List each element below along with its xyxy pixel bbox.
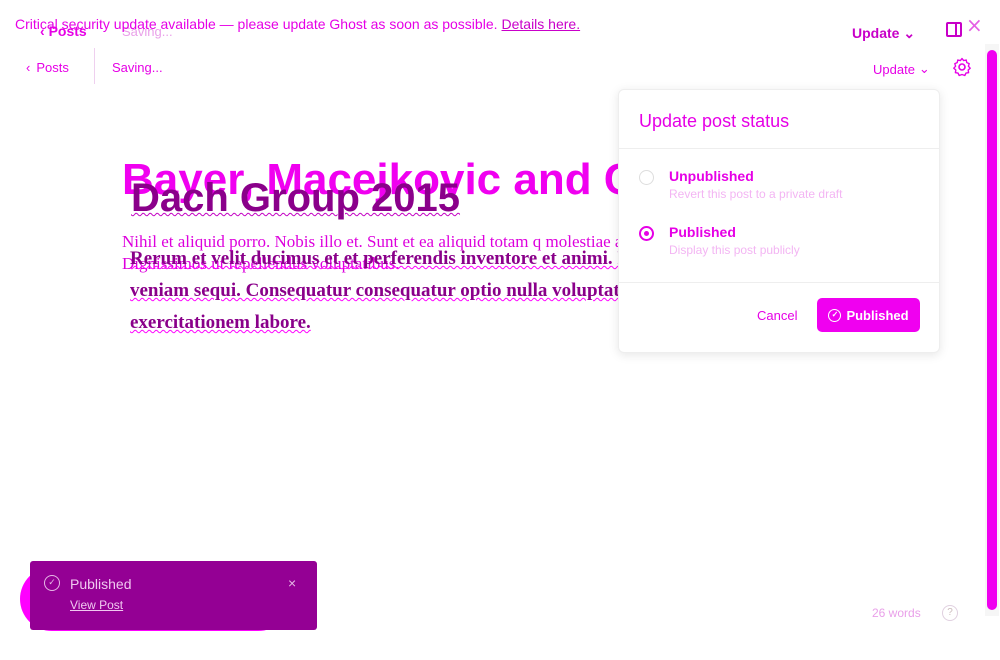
editor-screen: ‹ Posts Saving... Update ⌄ × Critical se… [0,0,1000,660]
popover-divider [619,148,939,149]
close-icon[interactable]: × [966,13,983,37]
chevron-left-icon: ‹ [26,60,31,75]
word-count: 26 words [872,606,921,620]
settings-gear-icon[interactable] [952,57,972,77]
update-label: Update [873,61,915,77]
chevron-down-icon: ⌄ [918,61,930,76]
confirm-label: Published [846,307,909,323]
banner-details-link[interactable]: Details here. [502,16,581,32]
post-title[interactable]: Dach Group 2015 [131,176,460,221]
popover-footer-divider [619,282,939,283]
view-post-link[interactable]: View Post [70,598,123,612]
check-circle-icon: ✓ [44,575,60,591]
back-to-posts-link[interactable]: ‹ Posts [26,60,69,75]
banner-text: Critical security update available — ple… [15,16,498,32]
option-description: Display this post publicly [669,243,800,257]
ghost-update-button[interactable]: Update ⌄ [852,25,915,42]
header-divider [94,48,95,84]
option-label: Unpublished [669,168,754,184]
popover-title: Update post status [639,111,790,131]
toast-title: Published [70,576,132,592]
check-circle-icon: ✓ [828,308,842,322]
scrollbar-thumb[interactable] [987,50,997,610]
update-status-popover: Update post status Unpublished Revert th… [618,89,940,353]
toast-close-icon[interactable]: × [288,575,296,591]
published-toast: ✓ Published View Post × [30,561,317,630]
confirm-published-button[interactable]: ✓ Published [817,298,920,332]
radio-published[interactable] [639,226,654,241]
back-label: Posts [36,60,69,75]
sidebar-toggle-icon[interactable] [946,22,962,37]
option-description: Revert this post to a private draft [669,187,843,201]
help-icon[interactable]: ? [942,605,958,621]
radio-unpublished[interactable] [639,170,654,185]
saving-status: Saving... [112,60,163,75]
option-label: Published [669,224,736,240]
ghost-update-label: Update [852,25,900,41]
update-button[interactable]: Update ⌄ [873,61,930,77]
cancel-button[interactable]: Cancel [757,308,797,323]
security-banner: Critical security update available — ple… [15,16,580,32]
